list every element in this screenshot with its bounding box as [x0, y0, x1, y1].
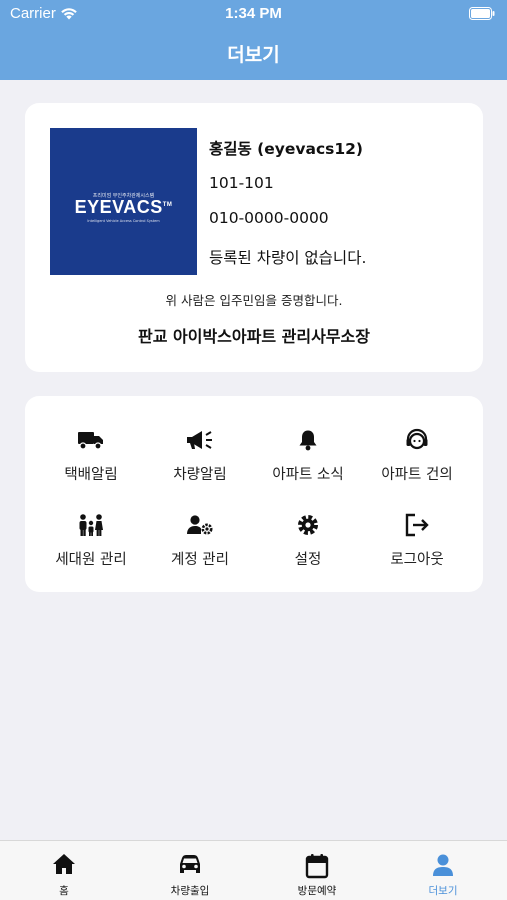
menu-label: 계정 관리	[171, 552, 229, 568]
tab-label: 홈	[59, 885, 69, 897]
tab-more[interactable]: 더보기	[380, 841, 506, 900]
resident-id-card: 프리미엄 무인주차관제시스템 EYEVACSTM Intelligent Veh…	[25, 103, 483, 372]
menu-item-apartment-suggestion[interactable]: 아파트 건의	[360, 418, 474, 498]
person-icon	[380, 853, 506, 879]
megaphone-icon	[143, 428, 257, 452]
tab-label: 차량출입	[170, 885, 210, 897]
tab-home[interactable]: 홈	[1, 841, 127, 900]
headset-icon	[360, 428, 474, 452]
status-time: 1:34 PM	[225, 5, 282, 22]
status-bar: Carrier 1:34 PM	[0, 0, 507, 28]
menu-item-delivery[interactable]: 택배알림	[34, 418, 148, 498]
logo-subtext: Intelligent Vehicle Access Control Syste…	[87, 219, 160, 223]
menu-item-household[interactable]: 세대원 관리	[34, 503, 148, 583]
resident-name: 홍길동 (eyevacs12)	[209, 140, 364, 158]
menu-label: 아파트 소식	[272, 467, 344, 483]
menu-label: 세대원 관리	[55, 552, 127, 568]
menu-label: 아파트 건의	[381, 467, 453, 483]
page-title: 더보기	[227, 44, 280, 66]
menu-item-settings[interactable]: 설정	[251, 503, 365, 583]
tab-visit-reservation[interactable]: 방문예약	[254, 841, 380, 900]
header-bar: Carrier 1:34 PM 더보기	[0, 0, 507, 80]
resident-unit: 101-101	[209, 174, 274, 192]
office-signature: 판교 아이박스아파트 관리사무소장	[138, 327, 370, 346]
menu-item-apartment-news[interactable]: 아파트 소식	[251, 418, 365, 498]
eyevacs-logo: 프리미엄 무인주차관제시스템 EYEVACSTM Intelligent Veh…	[50, 128, 197, 275]
menu-label: 로그아웃	[390, 552, 444, 568]
logout-icon	[360, 513, 474, 537]
family-icon	[34, 513, 148, 537]
bottom-tab-bar: 홈 차량출입 방문예약 더보기	[0, 840, 507, 900]
menu-label: 차량알림	[173, 467, 227, 483]
menu-item-account[interactable]: 계정 관리	[143, 503, 257, 583]
truck-icon	[34, 428, 148, 452]
certification-text: 위 사람은 입주민임을 증명합니다.	[165, 293, 343, 308]
menu-label: 택배알림	[64, 467, 118, 483]
menu-grid: 택배알림 차량알림 아파트 소식 아파트 건의 세대원 관리 계정 관리 설정 …	[25, 396, 483, 592]
home-icon	[1, 853, 127, 879]
car-icon	[127, 853, 253, 879]
menu-label: 설정	[294, 552, 322, 568]
resident-phone: 010-0000-0000	[209, 209, 329, 227]
bell-icon	[251, 428, 365, 452]
vehicle-status: 등록된 차량이 없습니다.	[209, 249, 367, 267]
battery-icon	[469, 7, 495, 24]
logo-text: EYEVACS	[74, 197, 163, 217]
tab-label: 방문예약	[297, 885, 337, 897]
tab-label: 더보기	[428, 885, 458, 897]
logo-wordmark: EYEVACSTM	[50, 197, 197, 218]
user-gear-icon	[143, 513, 257, 537]
gear-icon	[251, 513, 365, 537]
menu-item-vehicle-alert[interactable]: 차량알림	[143, 418, 257, 498]
logo-trademark: TM	[162, 202, 173, 208]
tab-vehicle-access[interactable]: 차량출입	[127, 841, 253, 900]
calendar-icon	[254, 853, 380, 879]
menu-item-logout[interactable]: 로그아웃	[360, 503, 474, 583]
